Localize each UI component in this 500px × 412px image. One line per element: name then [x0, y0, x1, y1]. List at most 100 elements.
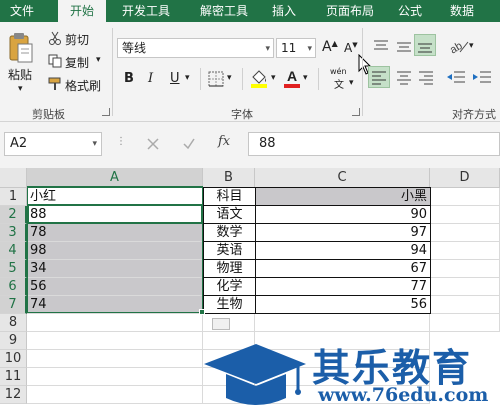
tab-developer[interactable]: 开发工具	[112, 0, 180, 22]
row-header-6[interactable]: 6	[0, 278, 27, 296]
format-painter-button[interactable]: 格式刷	[65, 77, 101, 94]
paste-button[interactable]: 粘贴	[8, 66, 32, 83]
shrink-font-button[interactable]: A▼	[344, 41, 358, 55]
bold-button[interactable]: B	[124, 71, 134, 86]
formula-input[interactable]: 88	[248, 132, 500, 156]
fill-color-icon[interactable]	[250, 68, 268, 88]
cell-d4[interactable]	[430, 242, 500, 260]
cell-c2[interactable]: 90	[255, 205, 431, 224]
font-size-combo[interactable]: 11 ▾	[276, 38, 316, 58]
align-bottom-button[interactable]	[414, 34, 436, 56]
column-header-b[interactable]: B	[203, 168, 255, 188]
font-launcher-icon[interactable]	[352, 108, 360, 116]
orientation-dropdown-icon[interactable]: ▾	[469, 41, 474, 51]
cell-a11[interactable]	[27, 368, 203, 386]
cell-d7[interactable]	[430, 296, 500, 314]
cell-d1[interactable]	[430, 188, 500, 206]
borders-dropdown-icon[interactable]: ▾	[227, 73, 232, 83]
phonetic-guide-button[interactable]: wén	[330, 67, 347, 76]
row-header-12[interactable]: 12	[0, 386, 27, 404]
cell-b6[interactable]: 化学	[203, 277, 256, 296]
row-header-9[interactable]: 9	[0, 332, 27, 350]
column-header-d[interactable]: D	[430, 168, 500, 188]
insert-function-button[interactable]: fx	[218, 134, 230, 149]
cell-c3[interactable]: 97	[255, 223, 431, 242]
row-header-5[interactable]: 5	[0, 260, 27, 278]
cell-b5[interactable]: 物理	[203, 259, 256, 278]
orientation-icon[interactable]: ab	[448, 36, 470, 56]
cell-d6[interactable]	[430, 278, 500, 296]
cell-d8[interactable]	[430, 314, 500, 332]
tab-data[interactable]: 数据	[440, 0, 484, 22]
cell-a7[interactable]: 74	[27, 296, 203, 314]
tab-insert[interactable]: 插入	[262, 0, 306, 22]
select-all-button[interactable]	[0, 168, 27, 188]
align-middle-icon[interactable]	[395, 38, 413, 54]
align-center-icon[interactable]	[395, 69, 413, 87]
cell-d2[interactable]	[430, 206, 500, 224]
cancel-icon[interactable]	[146, 137, 160, 151]
italic-button[interactable]: I	[148, 71, 153, 86]
cell-a2[interactable]: 88	[27, 206, 203, 224]
tab-file[interactable]: 文件	[0, 0, 44, 22]
copy-button[interactable]: 复制	[65, 54, 89, 71]
cell-c6[interactable]: 77	[255, 277, 431, 296]
cell-a4[interactable]: 98	[27, 242, 203, 260]
paste-dropdown-icon[interactable]: ▾	[18, 84, 23, 94]
clipboard-launcher-icon[interactable]	[102, 108, 110, 116]
borders-icon[interactable]	[208, 71, 224, 87]
cell-a9[interactable]	[27, 332, 203, 350]
cell-a5[interactable]: 34	[27, 260, 203, 278]
tab-formulas[interactable]: 公式	[390, 0, 430, 22]
cell-c4[interactable]: 94	[255, 241, 431, 260]
cell-b2[interactable]: 语文	[203, 205, 256, 224]
underline-button[interactable]: U	[170, 71, 180, 86]
tab-page-layout[interactable]: 页面布局	[316, 0, 384, 22]
decrease-indent-icon[interactable]	[446, 69, 466, 87]
align-top-icon[interactable]	[372, 38, 390, 54]
fill-color-dropdown-icon[interactable]: ▾	[271, 73, 276, 83]
tab-home[interactable]: 开始	[58, 0, 106, 22]
cell-c8[interactable]	[255, 314, 430, 332]
row-header-7[interactable]: 7	[0, 296, 27, 314]
cell-b3[interactable]: 数学	[203, 223, 256, 242]
cell-b1[interactable]: 科目	[203, 187, 256, 206]
cell-d3[interactable]	[430, 224, 500, 242]
cell-b7[interactable]: 生物	[203, 295, 256, 314]
increase-indent-icon[interactable]	[472, 69, 492, 87]
row-header-3[interactable]: 3	[0, 224, 27, 242]
name-box[interactable]: A2 ▾	[4, 132, 102, 156]
cell-a1[interactable]: 小红	[27, 188, 203, 206]
cell-a12[interactable]	[27, 386, 203, 404]
row-header-11[interactable]: 11	[0, 368, 27, 386]
row-header-4[interactable]: 4	[0, 242, 27, 260]
fill-handle[interactable]	[199, 309, 205, 315]
paste-icon[interactable]	[8, 32, 34, 64]
row-header-1[interactable]: 1	[0, 188, 27, 206]
copy-dropdown-icon[interactable]: ▾	[96, 55, 101, 65]
align-left-button[interactable]	[368, 66, 390, 88]
cell-d5[interactable]	[430, 260, 500, 278]
enter-icon[interactable]	[182, 137, 196, 151]
cell-a8[interactable]	[27, 314, 203, 332]
row-header-10[interactable]: 10	[0, 350, 27, 368]
tab-decrypt[interactable]: 解密工具	[190, 0, 258, 22]
font-color-dropdown-icon[interactable]: ▾	[303, 73, 308, 83]
align-right-icon[interactable]	[417, 69, 435, 87]
underline-dropdown-icon[interactable]: ▾	[185, 73, 190, 83]
quick-analysis-button[interactable]	[212, 318, 230, 330]
phonetic-dropdown-icon[interactable]: ▾	[349, 78, 354, 88]
cut-button[interactable]: 剪切	[65, 31, 89, 48]
column-header-a[interactable]: A	[27, 168, 203, 188]
cell-c5[interactable]: 67	[255, 259, 431, 278]
column-header-c[interactable]: C	[255, 168, 430, 188]
cell-a6[interactable]: 56	[27, 278, 203, 296]
row-header-2[interactable]: 2	[0, 206, 27, 224]
cell-c1[interactable]: 小黑	[255, 187, 431, 206]
cell-a10[interactable]	[27, 350, 203, 368]
font-name-combo[interactable]: 等线 ▾	[117, 38, 274, 58]
row-header-8[interactable]: 8	[0, 314, 27, 332]
cell-b4[interactable]: 英语	[203, 241, 256, 260]
grow-font-button[interactable]: A▲	[322, 39, 338, 55]
cell-c7[interactable]: 56	[255, 295, 431, 314]
